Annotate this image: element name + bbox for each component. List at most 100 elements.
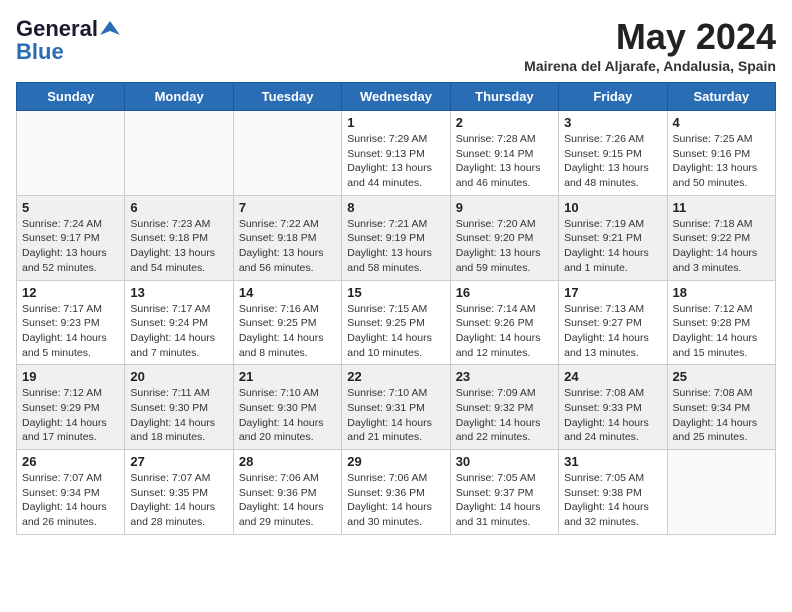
day-number: 13 [130, 285, 227, 300]
calendar-cell: 22 Sunrise: 7:10 AM Sunset: 9:31 PM Dayli… [342, 365, 450, 450]
week-row-3: 12 Sunrise: 7:17 AM Sunset: 9:23 PM Dayli… [17, 280, 776, 365]
weekday-header-tuesday: Tuesday [233, 83, 341, 111]
calendar-cell [667, 450, 775, 535]
day-number: 15 [347, 285, 444, 300]
calendar-subtitle: Mairena del Aljarafe, Andalusia, Spain [524, 58, 776, 74]
weekday-header-thursday: Thursday [450, 83, 558, 111]
logo-bird-icon [100, 19, 120, 39]
day-number: 3 [564, 115, 661, 130]
day-info: Sunrise: 7:07 AM Sunset: 9:34 PM Dayligh… [22, 471, 119, 530]
day-number: 5 [22, 200, 119, 215]
day-info: Sunrise: 7:26 AM Sunset: 9:15 PM Dayligh… [564, 132, 661, 191]
day-number: 20 [130, 369, 227, 384]
day-info: Sunrise: 7:15 AM Sunset: 9:25 PM Dayligh… [347, 302, 444, 361]
title-block: May 2024 Mairena del Aljarafe, Andalusia… [524, 16, 776, 74]
day-info: Sunrise: 7:06 AM Sunset: 9:36 PM Dayligh… [347, 471, 444, 530]
week-row-5: 26 Sunrise: 7:07 AM Sunset: 9:34 PM Dayli… [17, 450, 776, 535]
day-number: 31 [564, 454, 661, 469]
calendar-cell: 26 Sunrise: 7:07 AM Sunset: 9:34 PM Dayli… [17, 450, 125, 535]
calendar-title: May 2024 [524, 16, 776, 58]
weekday-header-wednesday: Wednesday [342, 83, 450, 111]
calendar-cell [233, 111, 341, 196]
day-info: Sunrise: 7:12 AM Sunset: 9:28 PM Dayligh… [673, 302, 770, 361]
calendar-cell: 14Sunrise: 7:16 AM Sunset: 9:25 PM Dayli… [233, 280, 341, 365]
logo-blue: Blue [16, 42, 64, 62]
calendar-cell: 1 Sunrise: 7:29 AM Sunset: 9:13 PM Daylig… [342, 111, 450, 196]
day-info: Sunrise: 7:28 AM Sunset: 9:14 PM Dayligh… [456, 132, 553, 191]
day-number: 24 [564, 369, 661, 384]
calendar-cell: 11 Sunrise: 7:18 AM Sunset: 9:22 PM Dayli… [667, 195, 775, 280]
calendar-cell: 31 Sunrise: 7:05 AM Sunset: 9:38 PM Dayli… [559, 450, 667, 535]
day-number: 22 [347, 369, 444, 384]
calendar-cell: 10 Sunrise: 7:19 AM Sunset: 9:21 PM Dayli… [559, 195, 667, 280]
calendar-cell: 30Sunrise: 7:05 AM Sunset: 9:37 PM Dayli… [450, 450, 558, 535]
day-info: Sunrise: 7:08 AM Sunset: 9:34 PM Dayligh… [673, 386, 770, 445]
day-info: Sunrise: 7:23 AM Sunset: 9:18 PM Dayligh… [130, 217, 227, 276]
day-info: Sunrise: 7:05 AM Sunset: 9:37 PM Dayligh… [456, 471, 553, 530]
calendar-cell: 8 Sunrise: 7:21 AM Sunset: 9:19 PM Daylig… [342, 195, 450, 280]
day-number: 26 [22, 454, 119, 469]
calendar-cell: 9 Sunrise: 7:20 AM Sunset: 9:20 PM Daylig… [450, 195, 558, 280]
day-number: 12 [22, 285, 119, 300]
day-number: 4 [673, 115, 770, 130]
day-info: Sunrise: 7:12 AM Sunset: 9:29 PM Dayligh… [22, 386, 119, 445]
day-number: 19 [22, 369, 119, 384]
calendar-cell: 4 Sunrise: 7:25 AM Sunset: 9:16 PM Daylig… [667, 111, 775, 196]
day-info: Sunrise: 7:10 AM Sunset: 9:31 PM Dayligh… [347, 386, 444, 445]
day-number: 1 [347, 115, 444, 130]
day-number: 18 [673, 285, 770, 300]
calendar-cell [17, 111, 125, 196]
calendar-cell: 27 Sunrise: 7:07 AM Sunset: 9:35 PM Dayli… [125, 450, 233, 535]
week-row-1: 1 Sunrise: 7:29 AM Sunset: 9:13 PM Daylig… [17, 111, 776, 196]
calendar-table: SundayMondayTuesdayWednesdayThursdayFrid… [16, 82, 776, 535]
calendar-cell: 13Sunrise: 7:17 AM Sunset: 9:24 PM Dayli… [125, 280, 233, 365]
calendar-cell: 19 Sunrise: 7:12 AM Sunset: 9:29 PM Dayli… [17, 365, 125, 450]
calendar-cell: 20 Sunrise: 7:11 AM Sunset: 9:30 PM Dayli… [125, 365, 233, 450]
day-info: Sunrise: 7:16 AM Sunset: 9:25 PM Dayligh… [239, 302, 336, 361]
calendar-cell: 3 Sunrise: 7:26 AM Sunset: 9:15 PM Daylig… [559, 111, 667, 196]
header: General Blue May 2024 Mairena del Aljara… [16, 16, 776, 74]
weekday-header-monday: Monday [125, 83, 233, 111]
weekday-header-row: SundayMondayTuesdayWednesdayThursdayFrid… [17, 83, 776, 111]
day-number: 16 [456, 285, 553, 300]
day-info: Sunrise: 7:17 AM Sunset: 9:23 PM Dayligh… [22, 302, 119, 361]
day-number: 7 [239, 200, 336, 215]
weekday-header-friday: Friday [559, 83, 667, 111]
day-info: Sunrise: 7:10 AM Sunset: 9:30 PM Dayligh… [239, 386, 336, 445]
day-number: 11 [673, 200, 770, 215]
calendar-cell: 7 Sunrise: 7:22 AM Sunset: 9:18 PM Daylig… [233, 195, 341, 280]
calendar-cell: 5 Sunrise: 7:24 AM Sunset: 9:17 PM Daylig… [17, 195, 125, 280]
calendar-cell [125, 111, 233, 196]
day-number: 28 [239, 454, 336, 469]
day-info: Sunrise: 7:18 AM Sunset: 9:22 PM Dayligh… [673, 217, 770, 276]
day-info: Sunrise: 7:07 AM Sunset: 9:35 PM Dayligh… [130, 471, 227, 530]
day-number: 27 [130, 454, 227, 469]
day-info: Sunrise: 7:14 AM Sunset: 9:26 PM Dayligh… [456, 302, 553, 361]
day-info: Sunrise: 7:19 AM Sunset: 9:21 PM Dayligh… [564, 217, 661, 276]
day-info: Sunrise: 7:20 AM Sunset: 9:20 PM Dayligh… [456, 217, 553, 276]
calendar-cell: 18 Sunrise: 7:12 AM Sunset: 9:28 PM Dayli… [667, 280, 775, 365]
day-number: 25 [673, 369, 770, 384]
day-info: Sunrise: 7:24 AM Sunset: 9:17 PM Dayligh… [22, 217, 119, 276]
day-info: Sunrise: 7:21 AM Sunset: 9:19 PM Dayligh… [347, 217, 444, 276]
calendar-cell: 21Sunrise: 7:10 AM Sunset: 9:30 PM Dayli… [233, 365, 341, 450]
day-info: Sunrise: 7:08 AM Sunset: 9:33 PM Dayligh… [564, 386, 661, 445]
day-info: Sunrise: 7:13 AM Sunset: 9:27 PM Dayligh… [564, 302, 661, 361]
logo: General Blue [16, 16, 120, 62]
day-number: 8 [347, 200, 444, 215]
day-number: 10 [564, 200, 661, 215]
calendar-cell: 24 Sunrise: 7:08 AM Sunset: 9:33 PM Dayli… [559, 365, 667, 450]
weekday-header-saturday: Saturday [667, 83, 775, 111]
day-number: 6 [130, 200, 227, 215]
day-info: Sunrise: 7:29 AM Sunset: 9:13 PM Dayligh… [347, 132, 444, 191]
day-info: Sunrise: 7:09 AM Sunset: 9:32 PM Dayligh… [456, 386, 553, 445]
calendar-cell: 28 Sunrise: 7:06 AM Sunset: 9:36 PM Dayli… [233, 450, 341, 535]
day-info: Sunrise: 7:05 AM Sunset: 9:38 PM Dayligh… [564, 471, 661, 530]
calendar-cell: 25 Sunrise: 7:08 AM Sunset: 9:34 PM Dayli… [667, 365, 775, 450]
day-info: Sunrise: 7:22 AM Sunset: 9:18 PM Dayligh… [239, 217, 336, 276]
day-info: Sunrise: 7:06 AM Sunset: 9:36 PM Dayligh… [239, 471, 336, 530]
day-number: 9 [456, 200, 553, 215]
week-row-2: 5 Sunrise: 7:24 AM Sunset: 9:17 PM Daylig… [17, 195, 776, 280]
day-info: Sunrise: 7:11 AM Sunset: 9:30 PM Dayligh… [130, 386, 227, 445]
day-info: Sunrise: 7:25 AM Sunset: 9:16 PM Dayligh… [673, 132, 770, 191]
